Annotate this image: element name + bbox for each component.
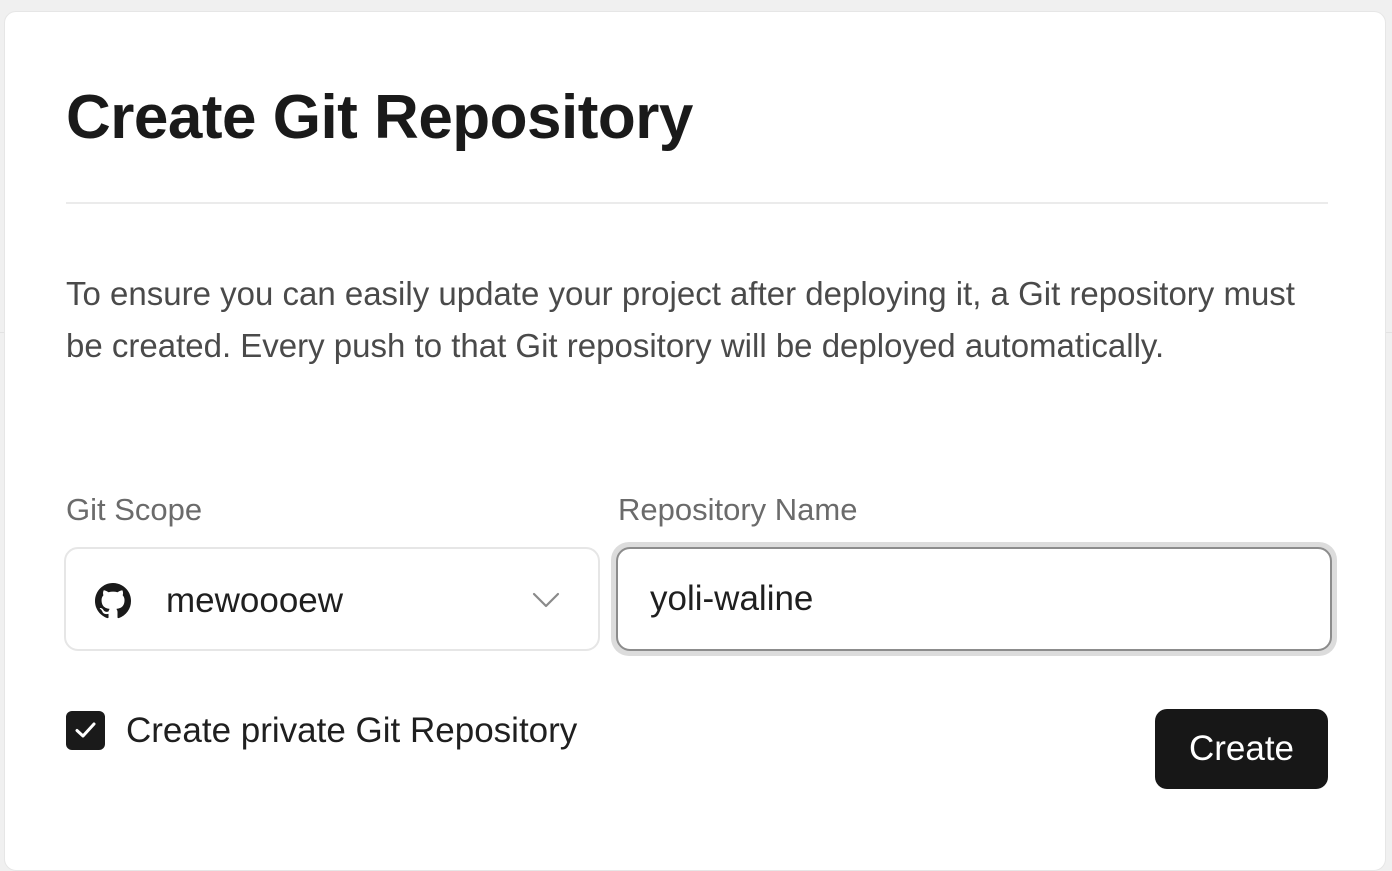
git-scope-label: Git Scope: [66, 492, 203, 527]
git-scope-select[interactable]: mewoooew: [64, 547, 600, 651]
title-divider: [66, 202, 1328, 204]
create-button[interactable]: Create: [1155, 709, 1328, 789]
git-scope-value: mewoooew: [166, 581, 344, 620]
create-git-repository-dialog: Create Git Repository To ensure you can …: [4, 11, 1386, 871]
private-repository-checkbox[interactable]: [66, 711, 105, 750]
repository-name-label: Repository Name: [618, 492, 858, 527]
dialog-title: Create Git Repository: [66, 83, 693, 152]
chevron-down-icon: [532, 592, 560, 608]
github-icon: [95, 583, 131, 619]
dialog-description: To ensure you can easily update your pro…: [66, 275, 1295, 364]
private-repository-label: Create private Git Repository: [126, 711, 578, 750]
checkmark-icon: [75, 722, 96, 738]
repository-name-input[interactable]: [616, 547, 1332, 651]
repository-name-focus-ring: [611, 542, 1337, 656]
